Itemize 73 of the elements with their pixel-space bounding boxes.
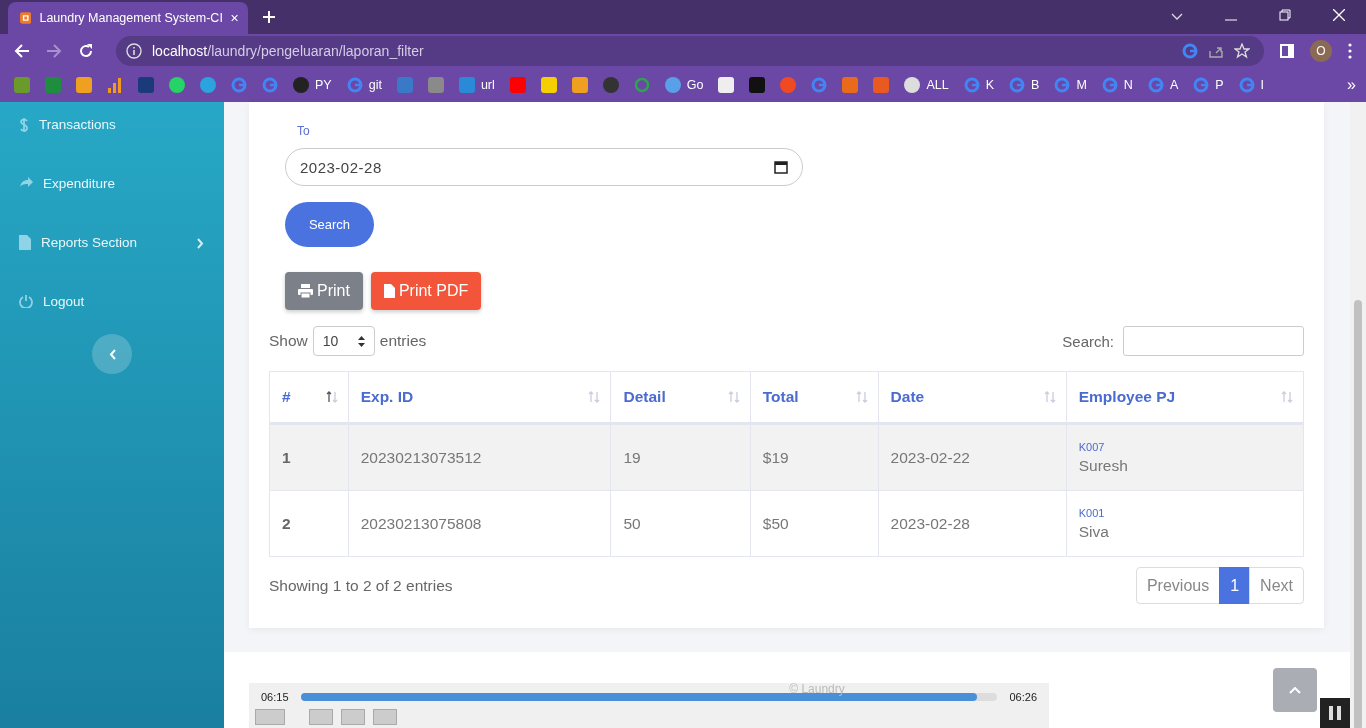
footer-text: © Laundry [789,682,845,696]
bookmark[interactable]: git [346,77,382,93]
bookmark[interactable]: A [1147,77,1179,93]
field-label: To [297,124,311,138]
close-icon[interactable] [1333,9,1345,21]
bookmark[interactable]: M [1054,77,1087,93]
duration-time: 06:26 [1009,691,1037,703]
table-cell: $50 [750,490,879,557]
bookmark[interactable]: PY [293,77,332,93]
chevron-down-icon[interactable] [1171,13,1183,21]
pagination-button[interactable]: Previous [1135,567,1221,604]
print-button[interactable]: Print [285,272,363,310]
calendar-icon[interactable] [774,160,788,174]
table-cell: 2 [269,490,349,557]
forward-icon[interactable] [46,43,62,59]
employee-name: Siva [1078,522,1110,541]
table-cell: 20230213073512 [348,423,611,491]
employee-code: K007 [1078,440,1106,453]
star-icon[interactable] [1234,43,1250,59]
file-icon [19,235,31,250]
printer-icon [298,284,313,298]
power-icon [19,294,33,308]
more-bookmarks-button[interactable]: » [1347,76,1356,94]
menu-icon[interactable] [1348,43,1352,59]
restore-icon[interactable] [1279,9,1291,21]
chevron-up-icon [1289,686,1301,694]
print-pdf-button[interactable]: Print PDF [370,272,482,310]
bookmark[interactable]: P [1193,77,1224,93]
bookmark[interactable]: url [458,77,495,93]
search-field[interactable] [1123,326,1304,356]
bookmark[interactable]: ALL [904,77,949,93]
bookmark[interactable]: I [1238,77,1265,93]
pagination-button[interactable]: Next [1249,567,1304,604]
reload-icon[interactable] [78,43,94,59]
side-panel-icon[interactable] [1280,44,1294,58]
entries-info: Showing 1 to 2 of 2 entries [269,576,453,595]
search-button[interactable]: Search [285,202,374,247]
browser-tab[interactable]: Laundry Management System-CI [8,2,248,34]
info-icon [126,43,142,59]
scrollbar-thumb[interactable] [1354,300,1362,728]
page-size-select[interactable]: 10 [312,326,375,356]
search-label: Search: [1062,332,1114,350]
table-cell: 1 [269,423,349,491]
google-icon[interactable] [1182,43,1198,59]
file-icon [383,284,395,298]
pagination-button[interactable]: 1 [1219,567,1251,604]
app-icon [20,10,32,26]
chevron-left-icon [108,348,116,360]
table-cell: 2023-02-28 [878,490,1067,557]
table-cell: 19 [611,423,751,491]
pause-icon [1329,706,1341,720]
table-cell: 50 [611,490,751,557]
elapsed-time: 06:15 [261,691,289,703]
employee-name: Suresh [1078,456,1129,475]
share-arrow-icon [19,176,33,188]
dollar-icon [19,117,29,133]
employee-code: K001 [1078,506,1106,519]
back-icon[interactable] [14,43,30,59]
table-cell: 2023-02-22 [878,423,1067,491]
new-tab-icon[interactable] [262,10,276,24]
table-cell: 20230213075808 [348,490,611,557]
url-text: localhost/laundry/pengeluaran/laporan_filter [152,43,424,59]
address-bar[interactable]: localhost/laundry/pengeluaran/laporan_filter [116,36,1264,66]
bookmark[interactable]: Go [664,77,704,93]
close-icon[interactable] [230,13,238,23]
entries-label: entries [379,332,427,350]
table-cell: $19 [750,423,879,491]
bookmark[interactable]: B [1009,77,1040,93]
sort-caret-icon [357,335,365,347]
bookmark[interactable]: K [963,77,995,93]
show-label: Show [269,332,308,350]
profile-avatar[interactable]: O [1310,40,1332,62]
bookmark[interactable]: N [1101,77,1133,93]
